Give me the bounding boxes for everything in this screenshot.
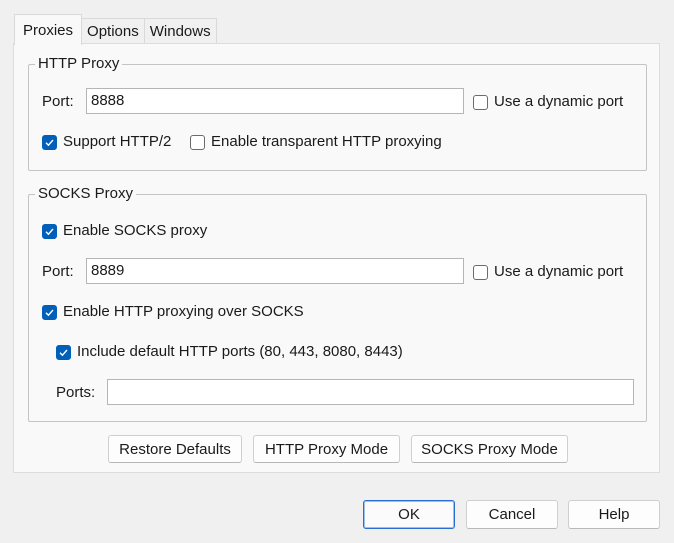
ports-label: Ports: — [56, 384, 96, 401]
include-default-ports-checkbox[interactable]: Include default HTTP ports (80, 443, 808… — [56, 342, 403, 362]
tab-proxies-label: Proxies — [23, 21, 74, 39]
socks-dynamic-port-checkbox[interactable]: Use a dynamic port — [473, 262, 623, 282]
http-proxy-group-title: HTTP Proxy — [35, 54, 123, 74]
socks-dynamic-port-label: Use a dynamic port — [494, 263, 624, 280]
http-dynamic-port-checkbox[interactable]: Use a dynamic port — [473, 92, 623, 112]
cancel-label: Cancel — [488, 506, 536, 523]
http-port-label: Port: — [42, 93, 74, 110]
http-port-input[interactable]: 8888 — [86, 88, 464, 114]
enable-socks-proxy-label: Enable SOCKS proxy — [63, 222, 208, 239]
proxy-settings-dialog: Proxies Options Windows HTTP Proxy Port:… — [0, 0, 674, 543]
http-proxy-group: HTTP Proxy Port: 8888 Use a dynamic port… — [28, 54, 647, 171]
transparent-proxying-label: Enable transparent HTTP proxying — [211, 133, 442, 150]
tab-options[interactable]: Options — [81, 18, 145, 44]
http-over-socks-label: Enable HTTP proxying over SOCKS — [63, 303, 304, 320]
http-proxy-mode-label: HTTP Proxy Mode — [264, 440, 389, 458]
help-label: Help — [598, 506, 630, 523]
socks-proxy-mode-label: SOCKS Proxy Mode — [421, 440, 558, 458]
socks-proxy-group-title: SOCKS Proxy — [35, 184, 137, 204]
http-over-socks-checkbox[interactable]: Enable HTTP proxying over SOCKS — [42, 302, 304, 322]
restore-defaults-button[interactable]: Restore Defaults — [108, 435, 242, 463]
http-dynamic-port-label: Use a dynamic port — [494, 93, 624, 110]
checkbox-unchecked-icon — [473, 94, 488, 110]
enable-socks-proxy-checkbox[interactable]: Enable SOCKS proxy — [42, 221, 207, 241]
socks-port-input[interactable]: 8889 — [86, 258, 464, 284]
tab-windows[interactable]: Windows — [143, 18, 217, 44]
include-default-ports-label: Include default HTTP ports (80, 443, 808… — [77, 343, 403, 360]
tab-windows-label: Windows — [149, 23, 211, 40]
checkmark-icon — [42, 134, 57, 150]
checkmark-icon — [42, 304, 57, 320]
socks-proxy-group: SOCKS Proxy Enable SOCKS proxy Port: 888… — [28, 184, 647, 422]
socks-port-label: Port: — [42, 263, 74, 280]
restore-defaults-label: Restore Defaults — [119, 440, 231, 458]
help-button[interactable]: Help — [568, 500, 660, 529]
support-http2-checkbox[interactable]: Support HTTP/2 — [42, 132, 171, 152]
cancel-button[interactable]: Cancel — [466, 500, 558, 529]
checkmark-icon — [42, 223, 57, 239]
ok-button[interactable]: OK — [363, 500, 455, 529]
socks-proxy-mode-button[interactable]: SOCKS Proxy Mode — [411, 435, 568, 463]
proxies-tab-panel: HTTP Proxy Port: 8888 Use a dynamic port… — [13, 43, 660, 473]
checkmark-icon — [56, 344, 71, 360]
http-proxy-mode-button[interactable]: HTTP Proxy Mode — [253, 435, 400, 463]
tab-options-label: Options — [87, 23, 139, 40]
tab-bar: Proxies Options Windows — [14, 14, 217, 45]
support-http2-label: Support HTTP/2 — [63, 133, 172, 150]
ok-label: OK — [398, 506, 420, 523]
transparent-proxying-checkbox[interactable]: Enable transparent HTTP proxying — [190, 132, 442, 152]
checkbox-unchecked-icon — [473, 264, 488, 280]
ports-input[interactable] — [107, 379, 634, 405]
tab-proxies[interactable]: Proxies — [14, 14, 83, 45]
checkbox-unchecked-icon — [190, 134, 205, 150]
